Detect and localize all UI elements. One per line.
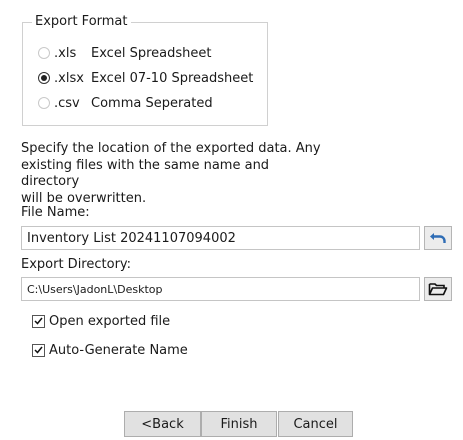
radio-desc-label: Excel Spreadsheet: [91, 45, 212, 61]
open-exported-file-checkbox[interactable]: Open exported file: [32, 312, 170, 330]
export-directory-label: Export Directory:: [21, 257, 132, 272]
export-format-title: Export Format: [32, 14, 131, 30]
overwrite-warning-text: Specify the location of the exported dat…: [21, 141, 321, 207]
checkbox-open-exported[interactable]: [32, 314, 45, 328]
checkbox-auto-generate[interactable]: [32, 343, 45, 357]
radio-desc-label: Comma Seperated: [91, 95, 213, 111]
auto-generate-name-checkbox[interactable]: Auto-Generate Name: [32, 341, 188, 359]
info-line-1: Specify the location of the exported dat…: [21, 141, 321, 156]
radio-button-xlsx[interactable]: [38, 72, 50, 84]
finish-button[interactable]: Finish: [201, 411, 277, 437]
reset-file-name-button[interactable]: [424, 226, 452, 250]
radio-option-xls[interactable]: .xls Excel Spreadsheet: [38, 44, 211, 62]
radio-button-xls[interactable]: [38, 47, 50, 59]
open-folder-icon: [428, 283, 448, 296]
undo-arrow-icon: [430, 233, 446, 243]
radio-ext-label: .csv: [54, 95, 80, 111]
file-name-input[interactable]: Inventory List 20241107094002: [21, 226, 420, 250]
auto-generate-name-label: Auto-Generate Name: [49, 342, 188, 358]
radio-option-csv[interactable]: .csv Comma Seperated: [38, 94, 213, 112]
radio-desc-label: Excel 07-10 Spreadsheet: [91, 70, 254, 86]
info-line-2: existing files with the same name and di…: [21, 157, 270, 190]
file-name-label: File Name:: [21, 205, 90, 220]
radio-option-xlsx[interactable]: .xlsx Excel 07-10 Spreadsheet: [38, 69, 253, 87]
radio-button-csv[interactable]: [38, 97, 50, 109]
radio-ext-label: .xls: [54, 45, 77, 61]
checkmark-icon: [34, 346, 43, 354]
checkmark-icon: [34, 317, 43, 325]
back-button[interactable]: <Back: [124, 411, 201, 437]
export-directory-input[interactable]: C:\Users\JadonL\Desktop: [21, 277, 420, 301]
radio-ext-label: .xlsx: [54, 70, 84, 86]
cancel-button[interactable]: Cancel: [278, 411, 353, 437]
browse-directory-button[interactable]: [424, 277, 452, 301]
open-exported-file-label: Open exported file: [49, 313, 171, 329]
